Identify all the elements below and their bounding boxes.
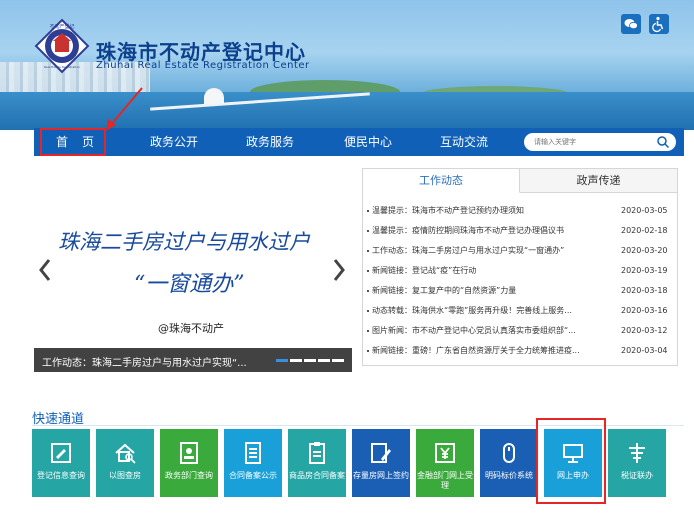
news-item-date: 2020-03-18: [621, 286, 668, 295]
search-icon[interactable]: [656, 135, 670, 149]
news-item[interactable]: 新闻链接：重磅！广东省自然资源厅关于全力统筹推进疫... 2020-03-04: [363, 341, 677, 361]
contract-icon: [309, 442, 325, 464]
quick-tile[interactable]: 商品房合同备案: [288, 429, 346, 497]
nav-item-government-affairs[interactable]: 政务公开: [148, 128, 200, 156]
id-card-icon: [180, 442, 198, 464]
main-nav: 首页 政务公开 政务服务 便民中心 互动交流: [34, 128, 684, 156]
bullet-icon: [367, 310, 369, 312]
news-item[interactable]: 工作动态：珠海二手房过户与用水过户实现“一窗通办” 2020-03-20: [363, 241, 677, 261]
news-item-title[interactable]: 温馨提示：疫情防控期间珠海市不动产登记办理倡议书: [372, 221, 612, 241]
slider-dot[interactable]: [318, 359, 330, 362]
news-item[interactable]: 图片新闻：市不动产登记中心党员认真落实市委组织部“... 2020-03-12: [363, 321, 677, 341]
quick-tile-label: 明码标价系统: [485, 471, 533, 480]
news-item-date: 2020-03-12: [621, 326, 668, 335]
opera-dome: [204, 88, 224, 104]
slider-credit: @珠海不动产: [158, 322, 224, 335]
logo-top-text: 不动产登记: [49, 23, 74, 30]
news-item[interactable]: 温馨提示：珠海市不动产登记预约办理须知 2020-03-05: [363, 201, 677, 221]
bullet-icon: [367, 330, 369, 332]
slider-dot[interactable]: [332, 359, 344, 362]
site-logo-icon[interactable]: 不动产登记 Real Estate Registration: [34, 18, 90, 74]
quick-tile-label: 存量房网上签约: [353, 471, 409, 480]
quick-tile[interactable]: 登记信息查询: [32, 429, 90, 497]
annotation-arrow-icon: [106, 87, 143, 131]
quick-tile-label: 登记信息查询: [37, 471, 85, 480]
bullet-icon: [367, 250, 369, 252]
quick-tile[interactable]: 存量房网上签约: [352, 429, 410, 497]
search-input[interactable]: [534, 135, 649, 149]
quick-tile[interactable]: 以图查房: [96, 429, 154, 497]
nav-item-interaction[interactable]: 互动交流: [438, 128, 490, 156]
bullet-icon: [367, 270, 369, 272]
news-slider[interactable]: 珠海二手房过户与用水过户 “一窗通办” @珠海不动产 工作动态：珠海二手房过户与…: [34, 160, 352, 372]
wechat-icon[interactable]: [621, 14, 641, 34]
bullet-icon: [367, 230, 369, 232]
chevron-right-icon[interactable]: [332, 258, 346, 282]
quick-tile[interactable]: 政务部门查询: [160, 429, 218, 497]
news-item-title[interactable]: 温馨提示：珠海市不动产登记预约办理须知: [372, 201, 612, 221]
news-item[interactable]: 动态转载：珠海供水“零跑”服务再升级！完善线上服务... 2020-03-16: [363, 301, 677, 321]
quick-access-tiles: 登记信息查询 以图查房 政务部门查询 合同备案公示 商品房合同备案 存量房网上签约 金融部门…: [32, 418, 692, 504]
slider-dot[interactable]: [290, 359, 302, 362]
news-item-date: 2020-03-04: [621, 346, 668, 355]
news-item-date: 2020-03-20: [621, 246, 668, 255]
document-list-icon: [245, 442, 261, 464]
tax-icon: [629, 443, 645, 463]
quick-tile-label: 金融部门网上受理: [417, 471, 473, 490]
news-item-title[interactable]: 新闻链接：复工复产中的“自然资源”力量: [372, 281, 612, 301]
news-item[interactable]: 新闻链接：复工复产中的“自然资源”力量 2020-03-18: [363, 281, 677, 301]
tab-work-news[interactable]: 工作动态: [363, 169, 520, 193]
yuan-icon: [435, 443, 455, 463]
quick-tile-label: 以图查房: [109, 471, 141, 480]
quick-tile[interactable]: 合同备案公示: [224, 429, 282, 497]
news-item-title[interactable]: 图片新闻：市不动产登记中心党员认真落实市委组织部“...: [372, 321, 612, 341]
sign-icon: [371, 443, 391, 463]
news-item-date: 2020-03-16: [621, 306, 668, 315]
slider-headline: 珠海二手房过户与用水过户: [58, 230, 310, 254]
slider-caption-bar[interactable]: 工作动态：珠海二手房过户与用水过户实现“...: [34, 348, 352, 372]
news-list: 温馨提示：珠海市不动产登记预约办理须知 2020-03-05 温馨提示：疫情防控期间…: [363, 201, 677, 361]
quick-tile[interactable]: 明码标价系统: [480, 429, 538, 497]
news-item-date: 2020-03-05: [621, 206, 668, 215]
news-item[interactable]: 温馨提示：疫情防控期间珠海市不动产登记办理倡议书 2020-02-18: [363, 221, 677, 241]
slider-headline-secondary: “一窗通办”: [134, 272, 245, 297]
bullet-icon: [367, 210, 369, 212]
mouse-icon: [503, 443, 515, 463]
chevron-left-icon[interactable]: [38, 258, 52, 282]
news-item-title[interactable]: 工作动态：珠海二手房过户与用水过户实现“一窗通办”: [372, 241, 612, 261]
news-item[interactable]: 新闻链接：登记战“疫”在行动 2020-03-19: [363, 261, 677, 281]
news-item-title[interactable]: 新闻链接：重磅！广东省自然资源厅关于全力统筹推进疫...: [372, 341, 612, 361]
quick-tile[interactable]: 金融部门网上受理: [416, 429, 474, 497]
site-subtitle: Zhuhai Real Estate Registration Center: [96, 60, 310, 71]
nav-item-convenience-center[interactable]: 便民中心: [342, 128, 394, 156]
logo-bottom-text: Real Estate Registration: [44, 65, 80, 69]
bullet-icon: [367, 290, 369, 292]
search-box: [524, 133, 676, 151]
news-item-title[interactable]: 新闻链接：登记战“疫”在行动: [372, 261, 612, 281]
news-item-date: 2020-02-18: [621, 226, 668, 235]
quick-tile-label: 税证联办: [621, 471, 653, 480]
nav-item-home[interactable]: 首页: [40, 128, 106, 156]
news-panel: 工作动态 政声传递 温馨提示：珠海市不动产登记预约办理须知 2020-03-05 温…: [362, 168, 678, 366]
quick-tile-label: 商品房合同备案: [289, 471, 345, 480]
quick-tile-label: 政务部门查询: [165, 471, 213, 480]
house-search-icon: [115, 443, 136, 464]
news-item-date: 2020-03-19: [621, 266, 668, 275]
annotation-highlight-box: [536, 418, 606, 504]
slider-dot[interactable]: [304, 359, 316, 362]
news-item-title[interactable]: 动态转载：珠海供水“零跑”服务再升级！完善线上服务...: [372, 301, 612, 321]
edit-icon: [51, 443, 71, 463]
bullet-icon: [367, 350, 369, 352]
slider-caption[interactable]: 工作动态：珠海二手房过户与用水过户实现“...: [42, 354, 247, 369]
quick-tile-label: 合同备案公示: [229, 471, 277, 480]
quick-tile[interactable]: 税证联办: [608, 429, 666, 497]
tab-policy-news[interactable]: 政声传递: [520, 169, 677, 193]
nav-item-government-services[interactable]: 政务服务: [244, 128, 296, 156]
slider-dot[interactable]: [276, 359, 288, 362]
accessibility-icon[interactable]: [649, 14, 669, 34]
